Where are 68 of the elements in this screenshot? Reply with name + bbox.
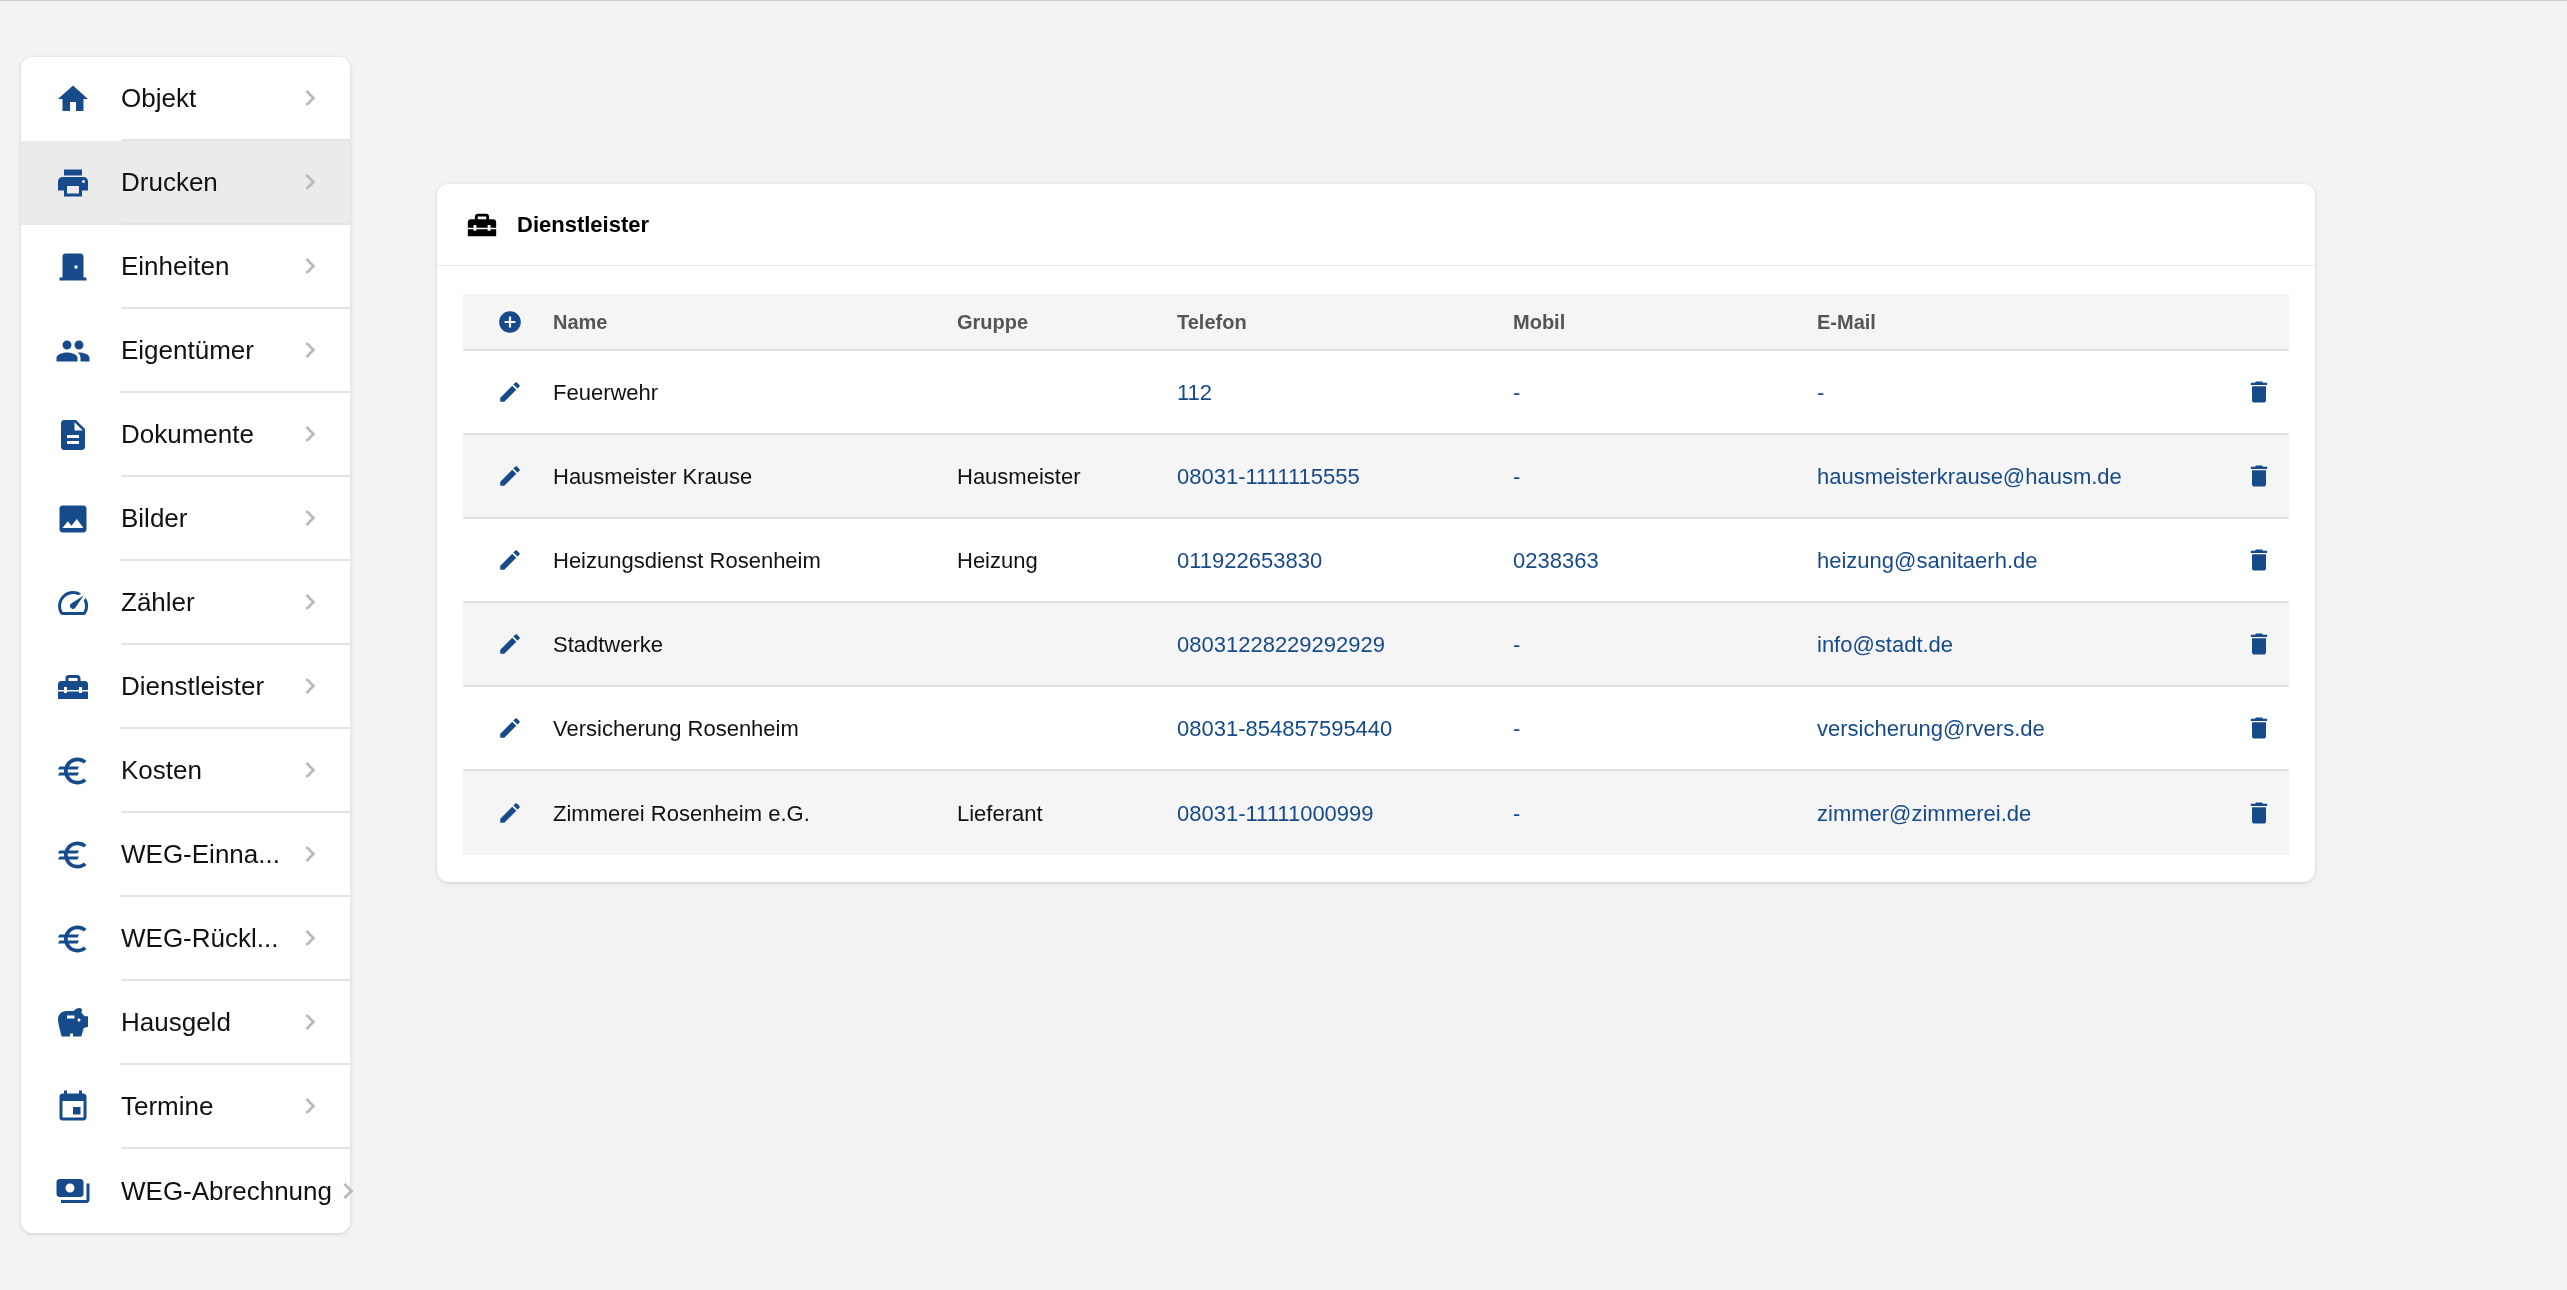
- email-link[interactable]: -: [1817, 379, 1825, 405]
- sidebar-label: Eigentümer: [121, 333, 254, 367]
- email-link[interactable]: heizung@sanitaerh.de: [1817, 547, 2038, 573]
- sidebar-label: Kosten: [121, 753, 202, 787]
- edit-icon[interactable]: [497, 715, 523, 741]
- phone-link[interactable]: 08031-854857595440: [1177, 715, 1393, 741]
- sidebar-item[interactable]: WEG-Rückl...: [21, 897, 350, 981]
- sidebar-label: Einheiten: [121, 249, 230, 283]
- sidebar-item[interactable]: Eigentümer: [21, 309, 350, 393]
- table-cell: Lieferant: [957, 800, 1043, 826]
- column-header: E-Mail: [1817, 309, 1877, 335]
- sidebar-item[interactable]: WEG-Einna...: [21, 813, 350, 897]
- sidebar-item[interactable]: Einheiten: [21, 225, 350, 309]
- sidebar-item[interactable]: Objekt: [21, 57, 350, 141]
- table-cell: Hausmeister: [957, 463, 1081, 489]
- sidebar-item[interactable]: Dienstleister: [21, 645, 350, 729]
- sidebar-item[interactable]: Dokumente: [21, 393, 350, 477]
- table-cell-text: Feuerwehr: [553, 378, 660, 407]
- sidebar-label: Termine: [121, 1089, 214, 1123]
- sidebar-label: WEG-Einna...: [121, 837, 280, 871]
- sidebar-label: Zähler: [121, 585, 195, 619]
- sidebar-label: WEG-Rückl...: [121, 921, 279, 955]
- column-header: Gruppe: [957, 309, 1030, 335]
- phone-link[interactable]: 011922653830: [1177, 547, 1323, 573]
- edit-icon[interactable]: [497, 547, 523, 573]
- email-link[interactable]: hausmeisterkrause@hausm.de: [1817, 463, 2122, 489]
- sidebar-label: Dokumente: [121, 417, 254, 451]
- sidebar-item[interactable]: Drucken: [21, 141, 350, 225]
- email-link[interactable]: versicherung@rvers.de: [1817, 715, 2045, 741]
- column-header: Telefon: [1177, 309, 1248, 335]
- sidebar-item[interactable]: Bilder: [21, 477, 350, 561]
- mobile-link[interactable]: -: [1513, 631, 1521, 657]
- mobile-link[interactable]: -: [1513, 715, 1521, 741]
- add-icon[interactable]: [497, 308, 523, 335]
- email-link[interactable]: info@stadt.de: [1817, 631, 1954, 657]
- sidebar-item[interactable]: Termine: [21, 1065, 350, 1149]
- column-header: Mobil: [1513, 309, 1567, 335]
- mobile-link[interactable]: -: [1513, 463, 1521, 489]
- phone-link[interactable]: 08031-11111000999: [1177, 800, 1374, 826]
- sidebar-item[interactable]: WEG-Abrechnung: [21, 1149, 350, 1233]
- sidebar-label: WEG-Abrechnung: [121, 1174, 332, 1208]
- edit-icon[interactable]: [497, 800, 523, 826]
- sidebar-label: Objekt: [121, 81, 197, 115]
- phone-link[interactable]: 08031228229292929: [1177, 631, 1385, 657]
- sidebar-item[interactable]: Zähler: [21, 561, 350, 645]
- sidebar-item[interactable]: Kosten: [21, 729, 350, 813]
- edit-icon[interactable]: [497, 463, 523, 489]
- sidebar-label: Drucken: [121, 165, 218, 199]
- mobile-link[interactable]: -: [1513, 379, 1521, 405]
- table-cell-text: Zimmerei Rosenheim e.G.: [553, 799, 811, 828]
- sidebar-label: Bilder: [121, 501, 188, 535]
- table-cell-text: Stadtwerke: [553, 630, 665, 659]
- sidebar-label: Hausgeld: [121, 1005, 231, 1039]
- column-header: Name: [553, 309, 609, 335]
- table-cell-text: Versicherung Rosenheim: [553, 714, 800, 743]
- edit-icon[interactable]: [497, 379, 523, 405]
- phone-link[interactable]: 08031-1111115555: [1177, 463, 1360, 489]
- edit-icon[interactable]: [497, 631, 523, 657]
- mobile-link[interactable]: -: [1513, 800, 1521, 826]
- card-title: Dienstleister: [517, 211, 650, 239]
- mobile-link[interactable]: 0238363: [1513, 547, 1599, 573]
- table-cell-text: Hausmeister Krause: [553, 462, 754, 491]
- phone-link[interactable]: 112: [1177, 379, 1213, 405]
- table-cell: Heizung: [957, 547, 1038, 573]
- email-link[interactable]: zimmer@zimmerei.de: [1817, 800, 2032, 826]
- table-cell-text: Heizungsdienst Rosenheim: [553, 546, 822, 575]
- sidebar-item[interactable]: Hausgeld: [21, 981, 350, 1065]
- sidebar-label: Dienstleister: [121, 669, 265, 703]
